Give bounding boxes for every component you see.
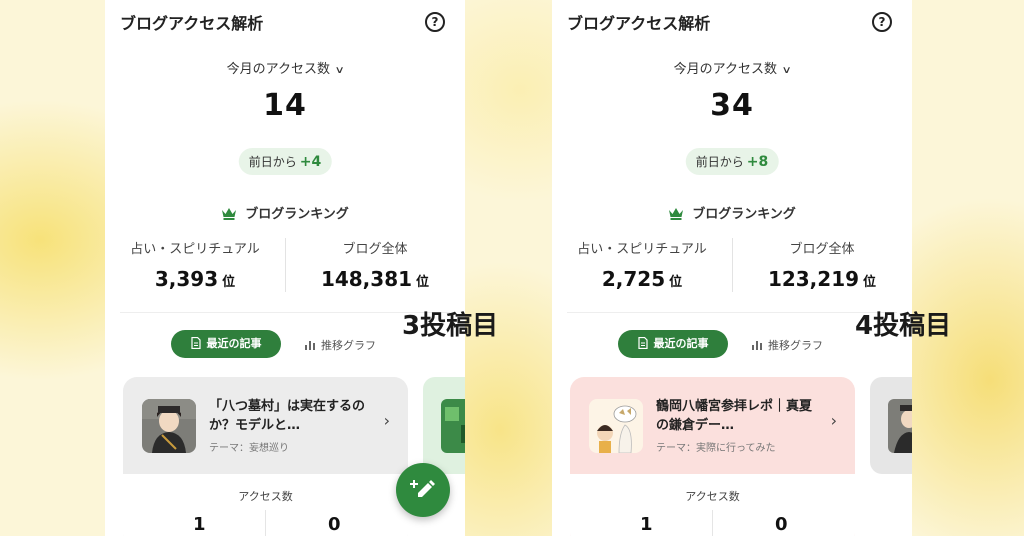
article-title: 鶴岡八幡宮参拝レポ｜真夏の鎌倉デー… xyxy=(656,399,813,433)
post-number-label-left: 3投稿目 xyxy=(402,311,499,341)
rank-category-label: 占い・スピリチュアル xyxy=(130,242,260,257)
article-card[interactable]: 「八つ墓村」は実在するのか？モデルと… テーマ：妄想巡り › アクセス数 1 0 xyxy=(123,377,408,536)
access-value: 1 xyxy=(640,514,653,535)
access-value: 0 xyxy=(775,514,788,535)
rank-overall-label: ブログ全体 xyxy=(342,242,408,257)
tab-label: 最近の記事 xyxy=(206,337,262,350)
ranking-heading: ブログランキング xyxy=(105,203,465,222)
chevron-down-icon: ∨ xyxy=(781,65,792,76)
rank-unit: 位 xyxy=(669,275,683,290)
document-icon xyxy=(190,337,201,349)
diff-prefix: 前日から xyxy=(248,155,297,169)
article-thumbnail xyxy=(589,399,643,453)
tab-label: 最近の記事 xyxy=(653,337,709,350)
period-label: 今月のアクセス数 xyxy=(673,62,778,77)
rank-category-value: 3,393 xyxy=(154,267,219,291)
diff-prefix: 前日から xyxy=(695,155,744,169)
post-number-label-right: 4投稿目 xyxy=(855,311,952,341)
divider xyxy=(712,510,713,536)
daily-diff-badge: 前日から +4 xyxy=(238,148,332,175)
rank-category-label: 占い・スピリチュアル xyxy=(577,242,707,257)
divider xyxy=(567,312,897,313)
diff-value: +4 xyxy=(299,154,322,170)
tab-label: 推移グラフ xyxy=(321,339,376,352)
rank-category[interactable]: 占い・スピリチュアル 3,393 位 xyxy=(105,238,285,291)
article-title: 「八つ墓村」は実在するのか？モデルと… xyxy=(209,399,366,433)
bar-chart-icon xyxy=(752,341,762,350)
page-title: ブログアクセス解析 xyxy=(120,14,264,33)
rank-overall-value: 148,381 xyxy=(320,267,413,291)
new-post-button[interactable] xyxy=(396,463,450,517)
page-title: ブログアクセス解析 xyxy=(567,14,711,33)
access-label: アクセス数 xyxy=(238,490,293,503)
screenshot-panel-right: ブログアクセス解析 ? 今月のアクセス数 ∨ 34 前日から +8 ブログランキング… xyxy=(552,0,912,536)
ranking-title: ブログランキング xyxy=(692,207,796,222)
tab-trend-graph[interactable]: 推移グラフ xyxy=(305,337,376,353)
rank-unit: 位 xyxy=(863,275,877,290)
help-icon[interactable]: ? xyxy=(425,12,445,32)
article-stats: アクセス数 1 0 xyxy=(123,474,408,536)
pencil-plus-icon xyxy=(410,480,435,497)
access-label: アクセス数 xyxy=(685,490,740,503)
diff-value: +8 xyxy=(746,154,769,170)
tab-label: 推移グラフ xyxy=(768,339,823,352)
rank-overall[interactable]: ブログ全体 148,381 位 xyxy=(285,238,465,291)
next-article-card[interactable] xyxy=(423,377,465,474)
rank-category[interactable]: 占い・スピリチュアル 2,725 位 xyxy=(552,238,732,291)
chevron-down-icon: ∨ xyxy=(334,65,345,76)
period-label: 今月のアクセス数 xyxy=(226,62,331,77)
crown-icon xyxy=(222,208,237,220)
monthly-access-count: 34 xyxy=(710,88,754,123)
rank-overall-label: ブログ全体 xyxy=(789,242,855,257)
help-icon[interactable]: ? xyxy=(872,12,892,32)
period-selector[interactable]: 今月のアクセス数 ∨ xyxy=(552,58,912,77)
rank-category-value: 2,725 xyxy=(601,267,666,291)
period-selector[interactable]: 今月のアクセス数 ∨ xyxy=(105,58,465,77)
chevron-right-icon: › xyxy=(830,411,837,430)
divider xyxy=(265,510,266,536)
rank-unit: 位 xyxy=(222,275,236,290)
divider xyxy=(120,312,450,313)
ranking-title: ブログランキング xyxy=(245,207,349,222)
chevron-right-icon: › xyxy=(383,411,390,430)
article-card[interactable]: 鶴岡八幡宮参拝レポ｜真夏の鎌倉デー… テーマ：実際に行ってみた › アクセス数 … xyxy=(570,377,855,536)
bar-chart-icon xyxy=(305,341,315,350)
article-theme: テーマ：実際に行ってみた xyxy=(656,443,776,454)
access-value: 0 xyxy=(328,514,341,535)
daily-diff-badge: 前日から +8 xyxy=(685,148,779,175)
ranking-heading: ブログランキング xyxy=(552,203,912,222)
article-stats: アクセス数 1 0 xyxy=(570,474,855,536)
document-icon xyxy=(637,337,648,349)
crown-icon xyxy=(669,208,684,220)
monthly-access-count: 14 xyxy=(263,88,307,123)
next-article-card[interactable] xyxy=(870,377,912,474)
tab-recent-articles[interactable]: 最近の記事 xyxy=(618,330,728,358)
article-thumbnail xyxy=(142,399,196,453)
access-value: 1 xyxy=(193,514,206,535)
rank-unit: 位 xyxy=(416,275,430,290)
rank-overall-value: 123,219 xyxy=(767,267,860,291)
rank-overall[interactable]: ブログ全体 123,219 位 xyxy=(732,238,912,291)
tab-recent-articles[interactable]: 最近の記事 xyxy=(171,330,281,358)
tab-trend-graph[interactable]: 推移グラフ xyxy=(752,337,823,353)
screenshot-panel-left: ブログアクセス解析 ? 今月のアクセス数 ∨ 14 前日から +4 ブログランキング… xyxy=(105,0,465,536)
article-theme: テーマ：妄想巡り xyxy=(209,443,289,454)
